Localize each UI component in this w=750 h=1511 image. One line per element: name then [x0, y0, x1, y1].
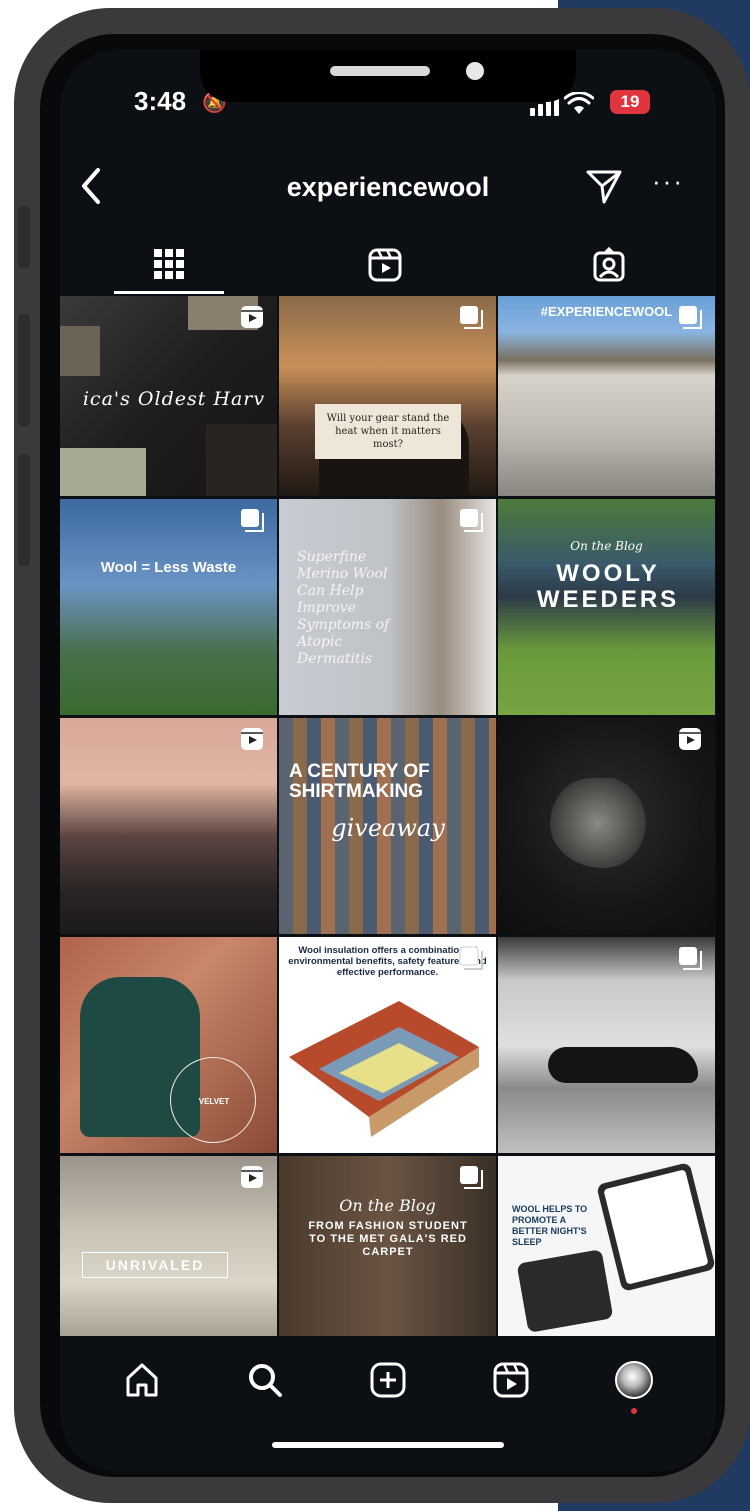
- carousel-badge-icon: [460, 509, 483, 532]
- carousel-badge-icon: [459, 946, 483, 970]
- reel-badge-icon: [241, 728, 263, 750]
- reel-badge-icon: [241, 306, 263, 328]
- status-time: 3:48: [134, 86, 187, 116]
- post-image: [516, 1249, 614, 1333]
- nav-home[interactable]: [120, 1358, 164, 1402]
- post-image: [206, 424, 277, 496]
- tab-grid[interactable]: [114, 236, 224, 294]
- camera: [466, 62, 484, 80]
- bottom-nav: [60, 1340, 716, 1420]
- post-tile[interactable]: On the Blog WOOLY WEEDERS: [498, 499, 715, 715]
- post-tile[interactable]: Wool insulation offers a combination of …: [279, 937, 496, 1153]
- post-image: [60, 448, 146, 496]
- profile-avatar: [615, 1361, 654, 1399]
- post-title: VELVET: [198, 1097, 230, 1106]
- reels-nav-icon: [493, 1362, 529, 1398]
- nav-profile[interactable]: [612, 1358, 656, 1414]
- tagged-icon: [593, 247, 625, 282]
- carousel-badge-icon: [679, 306, 702, 329]
- notification-dot: [631, 1408, 638, 1414]
- notch: [200, 50, 576, 102]
- speaker: [330, 66, 430, 76]
- post-title: A CENTURY OF SHIRTMAKING: [289, 761, 430, 802]
- volume-up-button: [18, 314, 30, 426]
- nav-search[interactable]: [243, 1358, 287, 1402]
- post-tile[interactable]: [498, 937, 715, 1153]
- post-image: [60, 326, 100, 376]
- nav-reels[interactable]: [489, 1358, 533, 1402]
- grid-icon: [154, 248, 184, 279]
- post-tile[interactable]: WOOL HELPS TO PROMOTE A BETTER NIGHT'S S…: [498, 1156, 715, 1336]
- post-tile[interactable]: Wool = Less Waste: [60, 499, 277, 715]
- post-tile[interactable]: On the Blog FROM FASHION STUDENT TO THE …: [279, 1156, 496, 1336]
- post-title: FROM FASHION STUDENT TO THE MET GALA'S R…: [308, 1220, 468, 1258]
- post-title: Wool = Less Waste: [100, 559, 237, 576]
- post-tile[interactable]: A CENTURY OF SHIRTMAKING giveaway: [279, 718, 496, 934]
- post-tile[interactable]: [498, 718, 715, 934]
- post-image: [548, 778, 648, 868]
- app-screen: 3:48 🔕 19 experiencewool ··· ica's Oldes…: [60, 50, 716, 1472]
- silent-switch: [18, 206, 30, 268]
- post-title: WOOL HELPS TO PROMOTE A BETTER NIGHT'S S…: [512, 1204, 588, 1247]
- battery-indicator: 19: [610, 90, 650, 114]
- home-indicator[interactable]: [272, 1442, 504, 1448]
- tab-reels[interactable]: [330, 236, 440, 294]
- post-caption: giveaway: [331, 814, 445, 842]
- post-caption: Will your gear stand the heat when it ma…: [315, 404, 461, 459]
- create-icon: [370, 1362, 406, 1398]
- more-icon[interactable]: ···: [652, 166, 684, 197]
- post-tile[interactable]: #EXPERIENCEWOOL: [498, 296, 715, 496]
- post-tile[interactable]: UNRIVALED: [60, 1156, 277, 1336]
- post-caption: On the Blog: [570, 539, 643, 553]
- profile-header: experiencewool ···: [60, 160, 716, 216]
- nav-create[interactable]: [366, 1358, 410, 1402]
- search-icon: [248, 1364, 282, 1397]
- carousel-badge-icon: [241, 509, 264, 532]
- carousel-badge-icon: [460, 1166, 483, 1189]
- post-title: ica's Oldest Harv: [82, 388, 266, 410]
- reel-badge-icon: [241, 1166, 263, 1188]
- posts-grid: ica's Oldest Harv Will your gear stand t…: [60, 296, 716, 1338]
- profile-tabs: [60, 236, 716, 294]
- post-image: [548, 1047, 698, 1083]
- carousel-badge-icon: [679, 947, 702, 970]
- post-caption: On the Blog: [339, 1196, 436, 1215]
- post-title: Superfine Merino Wool Can Help Improve S…: [297, 549, 390, 667]
- carousel-badge-icon: [460, 306, 483, 329]
- post-tile[interactable]: [60, 718, 277, 934]
- wifi-icon: [564, 92, 594, 114]
- send-icon[interactable]: [584, 166, 624, 206]
- post-tile[interactable]: ica's Oldest Harv: [60, 296, 277, 496]
- post-title: WOOLY WEEDERS: [536, 560, 680, 613]
- volume-down-button: [18, 454, 30, 566]
- reel-badge-icon: [679, 728, 701, 750]
- reels-icon: [368, 248, 402, 282]
- post-image: [289, 1001, 479, 1137]
- post-title: UNRIVALED: [82, 1252, 228, 1278]
- tab-tagged[interactable]: [554, 236, 664, 294]
- home-icon: [126, 1363, 158, 1397]
- post-tile[interactable]: Will your gear stand the heat when it ma…: [279, 296, 496, 496]
- post-tile[interactable]: VELVET: [60, 937, 277, 1153]
- post-tile[interactable]: Superfine Merino Wool Can Help Improve S…: [279, 499, 496, 715]
